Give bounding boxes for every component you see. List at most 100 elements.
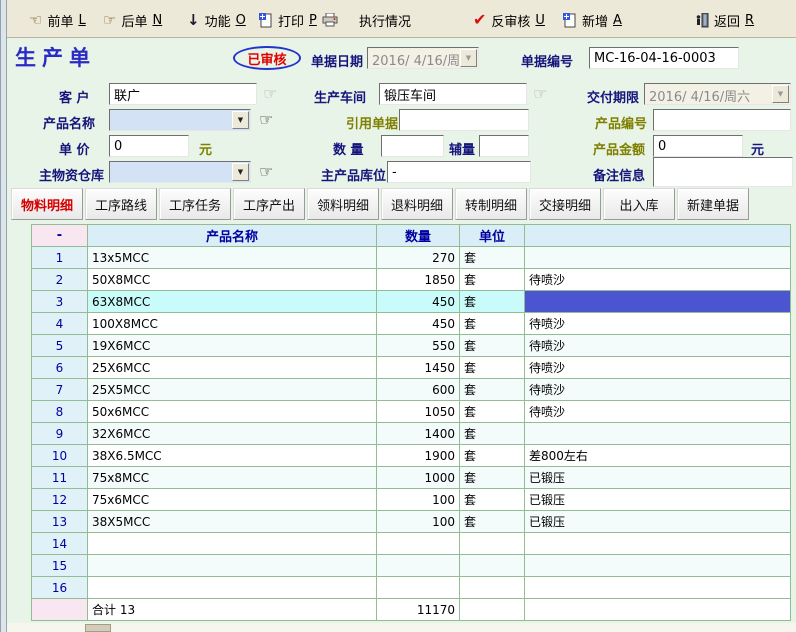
cell-note[interactable]: 已锻压 <box>525 511 791 533</box>
cell-name[interactable]: 38X6.5MCC <box>88 445 377 467</box>
cell-note[interactable]: 已锻压 <box>525 467 791 489</box>
cell-num[interactable]: 15 <box>32 555 88 577</box>
cell-unit[interactable]: 套 <box>460 489 525 511</box>
next-doc-button[interactable]: ☞ 后单N <box>103 9 162 31</box>
cell-note[interactable] <box>525 423 791 445</box>
cell-note[interactable] <box>525 577 791 599</box>
col-header-index[interactable]: - <box>32 225 88 247</box>
col-header-unit[interactable]: 单位 <box>460 225 525 247</box>
cell-note[interactable]: 待喷沙 <box>525 335 791 357</box>
cell-note[interactable] <box>525 247 791 269</box>
cell-note[interactable]: 差800左右 <box>525 445 791 467</box>
cell-name[interactable] <box>88 555 377 577</box>
col-header-quantity[interactable]: 数量 <box>377 225 460 247</box>
tab-4[interactable]: 工序产出 <box>233 188 305 220</box>
col-header-note[interactable] <box>525 225 791 247</box>
workshop-input[interactable] <box>379 83 527 105</box>
cell-qty[interactable] <box>377 555 460 577</box>
table-row[interactable]: 1338X5MCC100套已锻压 <box>32 511 791 533</box>
main-location-input[interactable] <box>387 161 531 183</box>
cell-name[interactable]: 75x8MCC <box>88 467 377 489</box>
cell-qty[interactable] <box>377 533 460 555</box>
cell-qty[interactable]: 600 <box>377 379 460 401</box>
deadline-combo[interactable]: 2016/ 4/16/周六 ▼ <box>644 83 791 105</box>
cell-unit[interactable]: 套 <box>460 401 525 423</box>
cell-num[interactable]: 7 <box>32 379 88 401</box>
cell-num[interactable]: 16 <box>32 577 88 599</box>
cell-qty[interactable] <box>377 577 460 599</box>
product-no-input[interactable] <box>653 109 791 131</box>
cell-num[interactable]: 9 <box>32 423 88 445</box>
cell-name[interactable]: 25X5MCC <box>88 379 377 401</box>
table-row[interactable]: 16 <box>32 577 791 599</box>
table-row[interactable]: 1275x6MCC100套已锻压 <box>32 489 791 511</box>
tab-9[interactable]: 出入库 <box>603 188 675 220</box>
cell-unit[interactable]: 套 <box>460 247 525 269</box>
cell-unit[interactable]: 套 <box>460 357 525 379</box>
cell-qty[interactable]: 550 <box>377 335 460 357</box>
cell-note[interactable] <box>525 533 791 555</box>
horizontal-scrollbar[interactable] <box>7 623 796 632</box>
cell-unit[interactable]: 套 <box>460 335 525 357</box>
cell-qty[interactable]: 100 <box>377 511 460 533</box>
tab-1[interactable]: 物料明细 <box>11 188 83 220</box>
cell-unit[interactable] <box>460 577 525 599</box>
cell-unit[interactable]: 套 <box>460 511 525 533</box>
tab-5[interactable]: 领料明细 <box>307 188 379 220</box>
tab-8[interactable]: 交接明细 <box>529 188 601 220</box>
quantity-input[interactable] <box>381 135 444 157</box>
cell-qty[interactable]: 1400 <box>377 423 460 445</box>
cell-unit[interactable] <box>460 555 525 577</box>
cell-qty[interactable]: 1450 <box>377 357 460 379</box>
cell-qty[interactable]: 1850 <box>377 269 460 291</box>
table-row[interactable]: 932X6MCC1400套 <box>32 423 791 445</box>
execution-status-button[interactable]: 执行情况 <box>359 9 411 31</box>
cell-name[interactable]: 100X8MCC <box>88 313 377 335</box>
cell-name[interactable] <box>88 533 377 555</box>
cell-name[interactable]: 25X6MCC <box>88 357 377 379</box>
cell-num[interactable]: 12 <box>32 489 88 511</box>
cell-name[interactable]: 50x6MCC <box>88 401 377 423</box>
cell-note[interactable]: 待喷沙 <box>525 269 791 291</box>
return-button[interactable]: 返回R <box>695 9 754 31</box>
cell-unit[interactable]: 套 <box>460 291 525 313</box>
table-row[interactable]: 725X5MCC600套待喷沙 <box>32 379 791 401</box>
cell-num[interactable]: 3 <box>32 291 88 313</box>
cell-name[interactable]: 13x5MCC <box>88 247 377 269</box>
tab-10[interactable]: 新建单据 <box>677 188 749 220</box>
table-row[interactable]: 14 <box>32 533 791 555</box>
product-amount-input[interactable] <box>653 135 743 157</box>
cell-qty[interactable]: 100 <box>377 489 460 511</box>
cell-num[interactable]: 1 <box>32 247 88 269</box>
remark-input[interactable] <box>653 157 793 187</box>
cell-num[interactable]: 5 <box>32 335 88 357</box>
add-new-button[interactable]: 新增A <box>563 9 622 31</box>
table-row[interactable]: 625X6MCC1450套待喷沙 <box>32 357 791 379</box>
cell-name[interactable]: 32X6MCC <box>88 423 377 445</box>
prev-doc-button[interactable]: ☜ 前单L <box>29 9 86 31</box>
cell-note[interactable]: 已锻压 <box>525 489 791 511</box>
chevron-down-icon[interactable]: ▼ <box>232 111 249 129</box>
tab-3[interactable]: 工序任务 <box>159 188 231 220</box>
col-header-product-name[interactable]: 产品名称 <box>88 225 377 247</box>
cell-num[interactable]: 8 <box>32 401 88 423</box>
product-name-combo[interactable]: ▼ <box>109 109 251 131</box>
chevron-down-icon[interactable]: ▼ <box>460 49 477 67</box>
cell-unit[interactable]: 套 <box>460 269 525 291</box>
table-row[interactable]: 250X8MCC1850套待喷沙 <box>32 269 791 291</box>
cell-name[interactable]: 38X5MCC <box>88 511 377 533</box>
cell-num[interactable]: 14 <box>32 533 88 555</box>
cell-num[interactable]: 10 <box>32 445 88 467</box>
tab-2[interactable]: 工序路线 <box>85 188 157 220</box>
tab-7[interactable]: 转制明细 <box>455 188 527 220</box>
cell-num[interactable]: 6 <box>32 357 88 379</box>
cell-name[interactable]: 63X8MCC <box>88 291 377 313</box>
cell-unit[interactable]: 套 <box>460 313 525 335</box>
table-row[interactable]: 113x5MCC270套 <box>32 247 791 269</box>
table-row[interactable]: 363X8MCC450套 <box>32 291 791 313</box>
unaudit-button[interactable]: ✔ 反审核U <box>473 9 545 31</box>
warehouse-picker-hand-icon[interactable]: ☞ <box>259 164 273 180</box>
unit-price-input[interactable] <box>109 135 189 157</box>
cell-note[interactable]: 待喷沙 <box>525 313 791 335</box>
table-row[interactable]: 519X6MCC550套待喷沙 <box>32 335 791 357</box>
